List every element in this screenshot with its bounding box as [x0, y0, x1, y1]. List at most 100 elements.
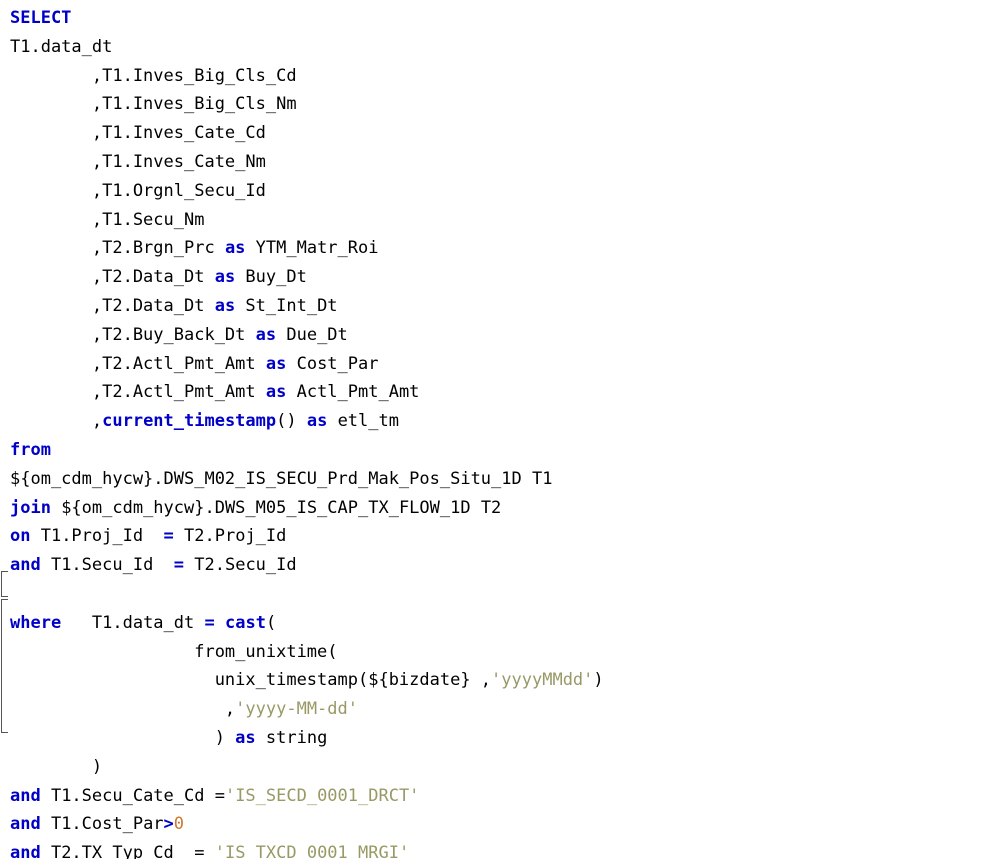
editor-gutter — [0, 0, 8, 799]
code-token: as — [265, 382, 287, 403]
code-token: current_timestamp — [102, 411, 277, 432]
code-token: T1.data_dt — [10, 36, 113, 57]
code-line: ) as string — [10, 724, 985, 753]
code-token: ) — [10, 727, 236, 748]
code-token: 'IS_TXCD_0001_MRGI' — [214, 843, 410, 859]
code-fold-marker-block[interactable] — [1, 599, 8, 733]
code-token: as — [255, 324, 277, 345]
sql-code-editor[interactable]: SELECT T1.data_dt ,T1.Inves_Big_Cls_Cd ,T… — [0, 0, 985, 859]
code-token: 0 — [173, 814, 185, 835]
code-token: as — [214, 295, 236, 316]
code-token: as — [296, 411, 328, 432]
code-token: = — [173, 555, 185, 576]
code-token: as — [214, 267, 236, 288]
code-token: unix_timestamp(${bizdate} , — [10, 670, 492, 691]
code-token: ${om_cdm_hycw}.DWS_M05_IS_CAP_TX_FLOW_1D… — [50, 497, 502, 518]
code-token: ,T1.Secu_Nm — [10, 209, 205, 230]
code-token: and — [10, 555, 41, 576]
code-line: ,T1.Inves_Cate_Cd — [10, 119, 985, 148]
code-token: YTM_Matr_Roi — [245, 238, 379, 259]
code-token: > — [163, 814, 174, 835]
code-line: ,current_timestamp() as etl_tm — [10, 407, 985, 436]
code-line: ,'yyyy-MM-dd' — [10, 695, 985, 724]
code-token: , — [10, 411, 103, 432]
code-token: ,T2.Data_Dt — [10, 267, 215, 288]
code-token: and — [10, 843, 41, 859]
code-line: ,T2.Actl_Pmt_Amt as Actl_Pmt_Amt — [10, 378, 985, 407]
code-token: ,T2.Actl_Pmt_Amt — [10, 353, 266, 374]
code-token: T2.Proj_Id — [173, 526, 287, 547]
code-token: ,T1.Inves_Cate_Nm — [10, 151, 266, 172]
code-token: ,T2.Data_Dt — [10, 295, 215, 316]
code-token: and — [10, 785, 41, 806]
code-token: ,T2.Brgn_Prc — [10, 238, 225, 259]
code-token: and — [10, 814, 41, 835]
code-token: T2.Secu_Id — [184, 555, 297, 576]
code-line: ,T1.Inves_Big_Cls_Cd — [10, 62, 985, 91]
code-token: etl_tm — [327, 411, 399, 432]
code-token: T1.data_dt — [61, 612, 205, 633]
code-token: cast — [224, 612, 266, 633]
code-line: ,T2.Data_Dt as Buy_Dt — [10, 263, 985, 292]
code-line: and T2.TX_Typ_Cd = 'IS_TXCD_0001_MRGI' — [10, 839, 985, 859]
code-token: SELECT — [10, 8, 72, 28]
code-token: , — [10, 699, 236, 720]
code-token: ) — [593, 670, 604, 691]
code-line: SELECT — [10, 4, 985, 33]
code-token: T1.Cost_Par — [40, 814, 164, 835]
code-line: ,T2.Actl_Pmt_Amt as Cost_Par — [10, 350, 985, 379]
code-token: T2.TX_Typ_Cd = — [40, 843, 215, 859]
code-token: ,T1.Inves_Big_Cls_Cd — [10, 65, 297, 86]
code-token: () — [276, 411, 297, 432]
code-token: ,T1.Inves_Cate_Cd — [10, 123, 266, 144]
code-token: 'yyyyMMdd' — [491, 670, 594, 691]
code-token: T1.Secu_Id — [40, 555, 174, 576]
code-line: ) — [10, 753, 985, 782]
code-token: join — [10, 497, 51, 518]
code-token: = — [204, 612, 215, 633]
code-token: 'IS_SECD_0001_DRCT' — [224, 785, 420, 806]
code-line: on T1.Proj_Id = T2.Proj_Id — [10, 522, 985, 551]
code-line: ,T2.Buy_Back_Dt as Due_Dt — [10, 321, 985, 350]
code-line: ,T1.Inves_Big_Cls_Nm — [10, 90, 985, 119]
code-token: as — [224, 238, 246, 259]
code-token: as — [265, 353, 287, 374]
code-token: ,T2.Buy_Back_Dt — [10, 324, 256, 345]
code-token: St_Int_Dt — [235, 295, 338, 316]
code-line: ,T2.Data_Dt as St_Int_Dt — [10, 292, 985, 321]
code-token: Actl_Pmt_Amt — [286, 382, 420, 403]
code-token: ,T1.Orgnl_Secu_Id — [10, 180, 266, 201]
code-line: and T1.Secu_Cate_Cd ='IS_SECD_0001_DRCT' — [10, 782, 985, 811]
code-content[interactable]: SELECT T1.data_dt ,T1.Inves_Big_Cls_Cd ,T… — [10, 4, 985, 859]
code-line: where T1.data_dt = cast( — [10, 609, 985, 638]
code-line: from_unixtime( — [10, 638, 985, 667]
code-token: from — [10, 439, 51, 460]
code-line: ,T1.Secu_Nm — [10, 206, 985, 235]
code-line: join ${om_cdm_hycw}.DWS_M05_IS_CAP_TX_FL… — [10, 494, 985, 523]
code-token: = — [163, 526, 174, 547]
code-token: 'yyyy-MM-dd' — [235, 699, 358, 720]
code-token: Cost_Par — [286, 353, 379, 374]
code-line: and T1.Cost_Par>0 — [10, 810, 985, 839]
code-line: ${om_cdm_hycw}.DWS_M02_IS_SECU_Prd_Mak_P… — [10, 465, 985, 494]
code-token: Buy_Dt — [235, 267, 307, 288]
code-line: ,T2.Brgn_Prc as YTM_Matr_Roi — [10, 234, 985, 263]
code-token: T1.Proj_Id — [30, 526, 164, 547]
code-token: where — [10, 612, 62, 633]
code-token: T1.Secu_Cate_Cd = — [40, 785, 225, 806]
code-token: ,T2.Actl_Pmt_Amt — [10, 382, 266, 403]
code-fold-marker-where[interactable] — [1, 571, 8, 597]
code-line: T1.data_dt — [10, 33, 985, 62]
code-token: as — [235, 727, 256, 748]
code-line: ,T1.Inves_Cate_Nm — [10, 148, 985, 177]
code-token: ,T1.Inves_Big_Cls_Nm — [10, 94, 297, 115]
code-token: from_unixtime( — [10, 641, 338, 662]
code-line: and T1.Secu_Id = T2.Secu_Id — [10, 551, 985, 580]
code-line: ,T1.Orgnl_Secu_Id — [10, 177, 985, 206]
code-token: ( — [265, 612, 277, 633]
code-token: ) — [10, 756, 103, 777]
code-token: ${om_cdm_hycw}.DWS_M02_IS_SECU_Prd_Mak_P… — [10, 468, 553, 489]
code-token: string — [255, 727, 328, 748]
